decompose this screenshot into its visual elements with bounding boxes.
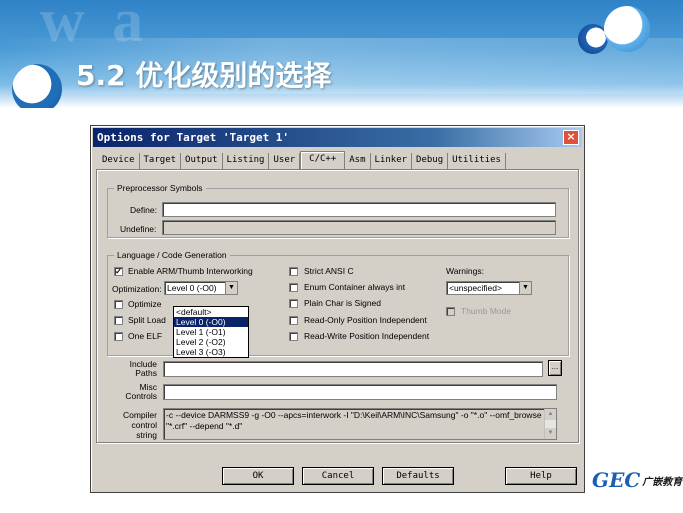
compiler-control-string[interactable]: -c --device DARMSS9 -g -O0 --apcs=interw… [163,408,557,440]
tab-utilities[interactable]: Utilities [448,153,506,169]
optimize-label: Optimize [128,299,162,309]
ok-button[interactable]: OK [222,467,294,485]
thumb-mode-checkbox[interactable] [446,307,455,316]
options-dialog: Options for Target 'Target 1' × Device T… [90,125,585,493]
include-paths-label: Include Paths [129,359,157,378]
plain-char-label: Plain Char is Signed [304,298,382,308]
interworking-checkbox[interactable]: ✓ [114,267,123,276]
defaults-button[interactable]: Defaults [382,467,454,485]
browse-button[interactable]: ... [548,360,562,376]
brand-mark: GEC [592,468,641,492]
dropdown-option[interactable]: Level 2 (-O2) [174,337,248,347]
tab-target[interactable]: Target [140,153,182,169]
circle-decoration [12,64,62,108]
tab-output[interactable]: Output [181,153,223,169]
misc-controls-label: Misc Controls [125,382,157,401]
thumb-mode-label: Thumb Mode [461,306,512,316]
tab-c-cpp[interactable]: C/C++ [300,151,346,169]
plain-char-checkbox[interactable] [289,299,298,308]
preprocessor-group: Preprocessor Symbols Define: Undefine: [107,183,569,238]
optimize-checkbox[interactable] [114,300,123,309]
one-elf-label: One ELF [128,331,163,341]
brand-logo: GEC 广嵌教育 [592,468,682,492]
vertical-scrollbar[interactable]: ▲ ▼ [544,409,556,439]
split-load-label: Split Load [128,315,166,325]
interworking-label: Enable ARM/Thumb Interworking [128,266,253,276]
enum-container-label: Enum Container always int [304,282,406,292]
compiler-control-label: Compiler control string [122,410,157,440]
dropdown-option[interactable]: Level 1 (-O1) [174,327,248,337]
dropdown-option[interactable]: Level 3 (-O3) [174,347,248,357]
c-cpp-panel: Preprocessor Symbols Define: Undefine: L… [96,169,579,443]
slide-title: 5.2 优化级别的选择 [76,59,332,92]
bubble-logo [574,4,664,54]
enum-container-checkbox[interactable] [289,283,298,292]
tab-bar: Device Target Output Listing User C/C++ … [98,151,506,169]
cancel-button[interactable]: Cancel [302,467,374,485]
tab-asm[interactable]: Asm [345,153,371,169]
define-field[interactable] [162,202,556,217]
tab-debug[interactable]: Debug [412,153,449,169]
rwpi-checkbox[interactable] [289,332,298,341]
one-elf-checkbox[interactable] [114,332,123,341]
close-button[interactable]: × [563,130,579,145]
optimization-select[interactable]: Level 0 (-O0) ▼ [164,281,238,295]
strict-ansi-checkbox[interactable] [289,267,298,276]
scroll-up-icon[interactable]: ▲ [545,409,556,420]
split-load-checkbox[interactable] [114,316,123,325]
preprocessor-legend: Preprocessor Symbols [114,183,206,193]
tab-user[interactable]: User [269,153,301,169]
strict-ansi-label: Strict ANSI C [304,266,354,276]
dropdown-option-selected[interactable]: Level 0 (-O0) [174,317,248,327]
warnings-select[interactable]: <unspecified> ▼ [446,281,532,295]
define-label: Define: [130,205,157,215]
ropi-checkbox[interactable] [289,316,298,325]
scroll-down-icon[interactable]: ▼ [545,428,556,439]
brand-name: 广嵌教育 [642,476,683,488]
include-paths-field[interactable] [163,361,543,377]
chevron-down-icon[interactable]: ▼ [225,282,237,294]
help-button[interactable]: Help [505,467,577,485]
compiler-control-text: -c --device DARMSS9 -g -O0 --apcs=interw… [166,410,542,431]
decorative-watermark: w a [40,0,150,55]
dialog-title: Options for Target 'Target 1' [97,131,290,144]
optimization-dropdown-list: <default> Level 0 (-O0) Level 1 (-O1) Le… [173,306,249,358]
large-bubble-icon [604,6,650,52]
undefine-label: Undefine: [120,224,157,234]
undefine-field[interactable] [162,220,556,235]
rwpi-label: Read-Write Position Independent [304,331,430,341]
tab-linker[interactable]: Linker [371,153,413,169]
optimization-label: Optimization: [112,284,162,294]
slide-header: w a 5.2 优化级别的选择 [0,0,683,108]
chevron-down-icon[interactable]: ▼ [519,282,531,294]
ropi-label: Read-Only Position Independent [304,315,427,325]
dialog-titlebar: Options for Target 'Target 1' × [93,128,582,147]
misc-controls-field[interactable] [163,384,557,400]
tab-device[interactable]: Device [98,153,140,169]
dropdown-option[interactable]: <default> [174,307,248,317]
language-legend: Language / Code Generation [114,250,230,260]
tab-listing[interactable]: Listing [223,153,270,169]
warnings-label: Warnings: [446,266,484,276]
